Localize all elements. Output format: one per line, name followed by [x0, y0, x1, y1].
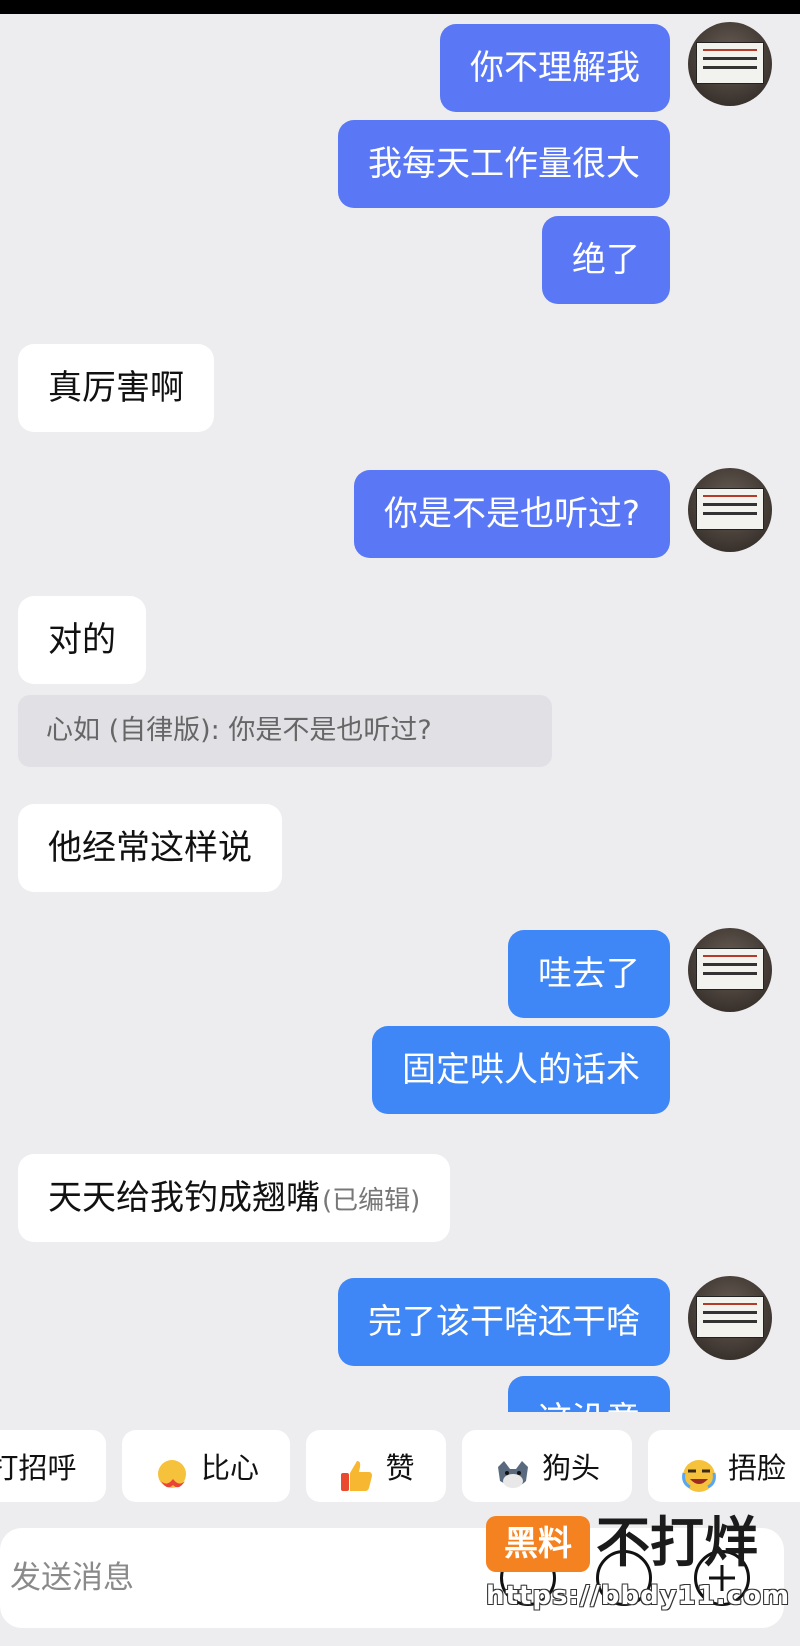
- facepalm-icon: [680, 1449, 718, 1492]
- message-text: 绝了: [572, 240, 640, 280]
- reaction-label: 狗头: [541, 1451, 600, 1485]
- message-text: 你是不是也听过?: [383, 494, 640, 534]
- message-text: 你不理解我: [470, 48, 640, 88]
- avatar-sign-icon: [696, 488, 764, 530]
- user-avatar[interactable]: [688, 22, 772, 106]
- message-input[interactable]: 发送消息: [10, 1528, 134, 1628]
- watermark: 黑料 不打烊 https://bbdy11.com: [486, 1511, 789, 1626]
- thumbs-up-icon: [337, 1449, 375, 1491]
- reaction-facepalm[interactable]: 捂脸: [648, 1430, 800, 1502]
- message-bubble-outgoing[interactable]: 我每天工作量很大: [338, 120, 670, 208]
- user-avatar[interactable]: [688, 468, 772, 552]
- heart-hands-icon: [153, 1449, 191, 1488]
- avatar-sign-icon: [696, 1296, 764, 1338]
- message-bubble-incoming[interactable]: 天天给我钓成翘嘴(已编辑): [18, 1154, 451, 1242]
- message-bubble-incoming[interactable]: 对的: [18, 596, 146, 684]
- message-text: 真厉害啊: [48, 368, 184, 408]
- quick-reactions-bar: 打招呼 比心 赞 狗头 捂脸: [0, 1430, 800, 1502]
- message-bubble-outgoing[interactable]: 固定哄人的话术: [372, 1026, 670, 1114]
- quoted-reply[interactable]: 心如 (自律版): 你是不是也听过?: [18, 695, 552, 767]
- message-bubble-outgoing[interactable]: 绝了: [542, 216, 670, 304]
- message-bubble-outgoing[interactable]: 哇去了: [508, 930, 670, 1018]
- chat-messages[interactable]: 你不理解我 我每天工作量很大 绝了 真厉害啊 你是不是也听过? 对的 心如 (自…: [0, 14, 800, 1412]
- reaction-label: 赞: [385, 1451, 415, 1485]
- reaction-label: 比心: [200, 1451, 259, 1485]
- message-text: 对的: [48, 620, 116, 660]
- message-text: 完了该干啥还干啥: [368, 1302, 640, 1342]
- quoted-reply-text: 心如 (自律版): 你是不是也听过?: [46, 715, 432, 746]
- message-text: 哇去了: [538, 954, 640, 994]
- watermark-badge: 黑料: [486, 1516, 590, 1572]
- reaction-label: 捂脸: [727, 1451, 786, 1485]
- avatar-sign-icon: [696, 948, 764, 990]
- reaction-label: 打招呼: [0, 1451, 77, 1485]
- message-text: 这没意: [538, 1400, 640, 1412]
- status-bar: [0, 0, 800, 14]
- message-bubble-outgoing[interactable]: 这没意: [508, 1376, 670, 1412]
- message-bubble-outgoing[interactable]: 完了该干啥还干啥: [338, 1278, 670, 1366]
- reaction-thumbs-up[interactable]: 赞: [306, 1430, 446, 1502]
- message-text: 固定哄人的话术: [402, 1050, 640, 1090]
- reaction-wave[interactable]: 打招呼: [0, 1430, 106, 1502]
- reaction-dog-head[interactable]: 狗头: [462, 1430, 632, 1502]
- edited-tag: (已编辑): [322, 1186, 421, 1216]
- message-bubble-outgoing[interactable]: 你不理解我: [440, 24, 670, 112]
- dog-head-icon: [494, 1449, 532, 1488]
- user-avatar[interactable]: [688, 1276, 772, 1360]
- reaction-heart-hands[interactable]: 比心: [122, 1430, 290, 1502]
- user-avatar[interactable]: [688, 928, 772, 1012]
- message-bubble-incoming[interactable]: 他经常这样说: [18, 804, 282, 892]
- message-bubble-outgoing[interactable]: 你是不是也听过?: [353, 470, 670, 558]
- message-bubble-incoming[interactable]: 真厉害啊: [18, 344, 214, 432]
- message-text: 天天给我钓成翘嘴: [48, 1178, 320, 1218]
- watermark-text: 不打烊: [596, 1511, 758, 1574]
- watermark-url: https://bbdy11.com: [486, 1581, 791, 1611]
- message-text: 我每天工作量很大: [368, 144, 640, 184]
- avatar-sign-icon: [696, 42, 764, 84]
- message-text: 他经常这样说: [48, 828, 252, 868]
